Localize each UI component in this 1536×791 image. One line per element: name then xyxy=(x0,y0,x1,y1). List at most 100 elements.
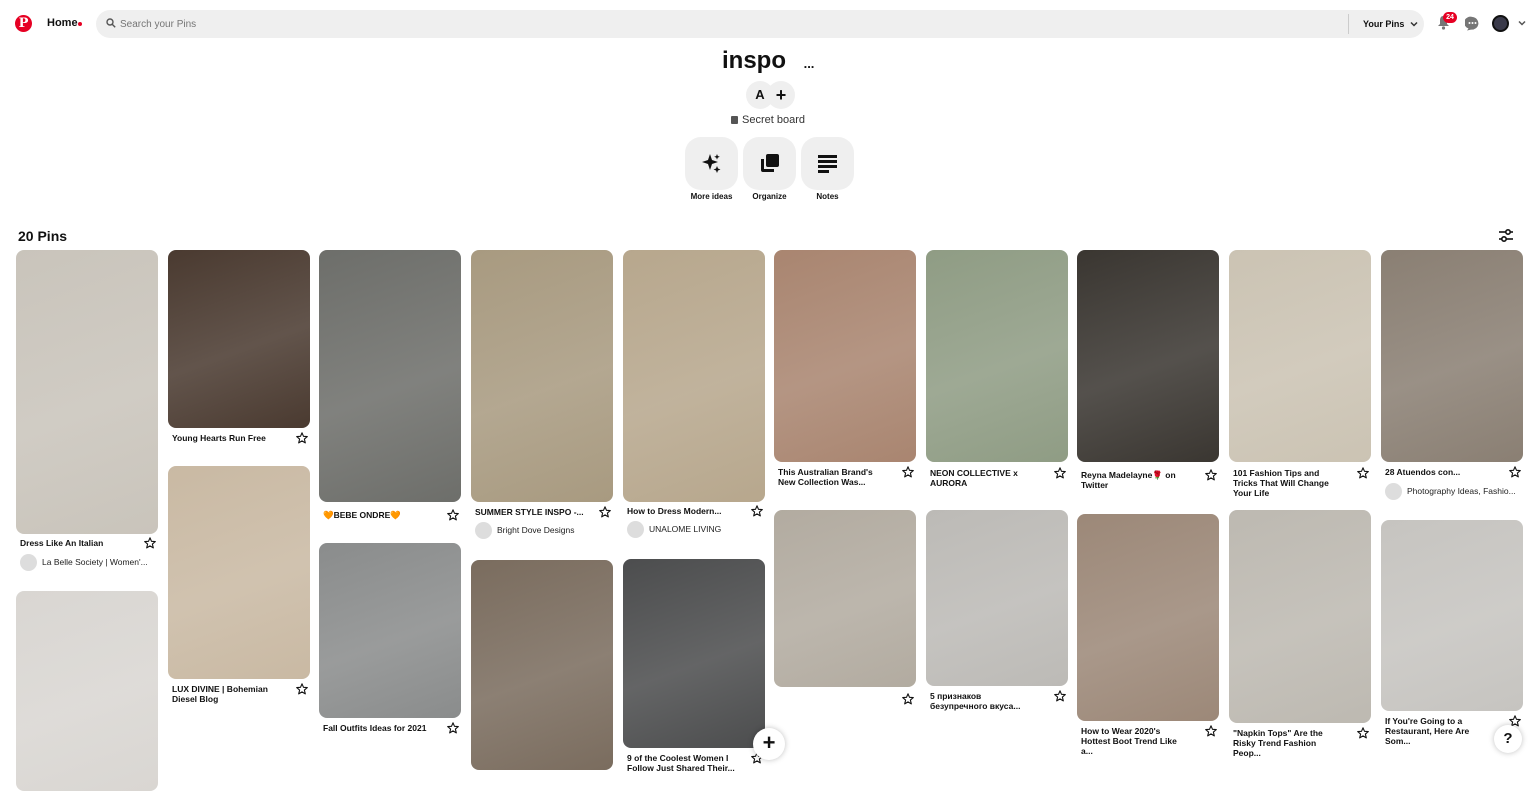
filter-sliders-icon[interactable] xyxy=(1499,229,1513,243)
pin-card[interactable]: 5 признаков безупречного вкуса... xyxy=(926,510,1068,713)
favorite-star-icon[interactable] xyxy=(902,692,914,705)
pin-card[interactable]: Fall Outfits Ideas for 2021 xyxy=(319,543,461,745)
favorite-star-icon[interactable] xyxy=(1205,468,1217,481)
pin-image[interactable] xyxy=(319,543,461,718)
pin-title[interactable]: 9 of the Coolest Women I Follow Just Sha… xyxy=(627,753,737,773)
favorite-star-icon[interactable] xyxy=(144,536,156,549)
favorite-star-icon[interactable] xyxy=(1357,466,1369,479)
pin-card[interactable]: "Napkin Tops" Are the Risky Trend Fashio… xyxy=(1229,510,1371,758)
pin-image[interactable] xyxy=(168,466,310,679)
organize-button[interactable]: Organize xyxy=(743,137,796,201)
pin-image[interactable] xyxy=(1229,250,1371,462)
pin-title[interactable]: How to Wear 2020's Hottest Boot Trend Li… xyxy=(1081,726,1191,756)
search-bar[interactable]: Your Pins xyxy=(96,10,1424,38)
pin-card[interactable]: Dress Like An Italian La Belle Society | … xyxy=(16,250,158,573)
pin-title[interactable]: How to Dress Modern... xyxy=(627,506,737,516)
pin-image[interactable] xyxy=(774,510,916,687)
pin-image[interactable] xyxy=(16,250,158,534)
pin-image[interactable] xyxy=(1381,520,1523,711)
board-more-options-icon[interactable]: ... xyxy=(799,57,819,77)
favorite-star-icon[interactable] xyxy=(447,721,459,734)
your-pins-filter[interactable]: Your Pins xyxy=(1363,19,1404,29)
pin-title[interactable]: Dress Like An Italian xyxy=(20,538,130,548)
pin-title[interactable]: LUX DIVINE | Bohemian Diesel Blog xyxy=(172,684,282,704)
chevron-down-icon[interactable] xyxy=(1410,20,1418,28)
pin-title[interactable]: 5 признаков безупречного вкуса... xyxy=(930,691,1040,711)
pin-image[interactable] xyxy=(1381,250,1523,462)
notes-tile[interactable] xyxy=(801,137,854,190)
more-ideas-button[interactable]: More ideas xyxy=(685,137,738,201)
favorite-star-icon[interactable] xyxy=(1509,714,1521,727)
pin-card[interactable]: How to Wear 2020's Hottest Boot Trend Li… xyxy=(1077,514,1219,756)
pin-card[interactable] xyxy=(774,510,916,705)
pin-image[interactable] xyxy=(16,591,158,791)
organize-tile[interactable] xyxy=(743,137,796,190)
pin-image[interactable] xyxy=(623,250,765,502)
pin-title[interactable]: If You're Going to a Restaurant, Here Ar… xyxy=(1385,716,1495,746)
more-ideas-tile[interactable] xyxy=(685,137,738,190)
add-pin-fab-button[interactable]: + xyxy=(753,728,785,760)
pin-image[interactable] xyxy=(1229,510,1371,723)
pin-card[interactable]: Reyna Madelayne🌹 on Twitter xyxy=(1077,250,1219,492)
pin-image[interactable] xyxy=(926,510,1068,686)
favorite-star-icon[interactable] xyxy=(447,508,459,521)
pin-title[interactable]: 28 Atuendos con... xyxy=(1385,467,1495,477)
pin-title[interactable]: 101 Fashion Tips and Tricks That Will Ch… xyxy=(1233,468,1343,498)
pin-title[interactable]: SUMMER STYLE INSPO -... xyxy=(475,507,585,517)
pin-title[interactable]: Fall Outfits Ideas for 2021 xyxy=(323,723,433,733)
favorite-star-icon[interactable] xyxy=(599,505,611,518)
add-collaborator-button[interactable]: + xyxy=(767,81,795,109)
user-avatar[interactable] xyxy=(1492,15,1509,32)
pin-card[interactable] xyxy=(16,591,158,791)
pin-card[interactable]: How to Dress Modern... UNALOME LIVING xyxy=(623,250,765,540)
favorite-star-icon[interactable] xyxy=(296,431,308,444)
pinterest-logo-icon[interactable]: P xyxy=(15,15,32,32)
favorite-star-icon[interactable] xyxy=(1205,724,1217,737)
pin-image[interactable] xyxy=(471,250,613,502)
home-link[interactable]: Home xyxy=(47,17,78,29)
pin-card[interactable]: 🧡BEBE ONDRE🧡 xyxy=(319,250,461,532)
pin-title[interactable]: Young Hearts Run Free xyxy=(172,433,282,443)
notification-count-badge: 24 xyxy=(1443,12,1457,23)
messages-icon[interactable] xyxy=(1465,16,1480,31)
help-button[interactable]: ? xyxy=(1494,725,1522,753)
pin-image[interactable] xyxy=(1077,514,1219,721)
notes-button[interactable]: Notes xyxy=(801,137,854,201)
pin-image[interactable] xyxy=(623,559,765,748)
account-chevron-down-icon[interactable] xyxy=(1518,19,1526,27)
pin-image[interactable] xyxy=(774,250,916,462)
pin-card[interactable]: If You're Going to a Restaurant, Here Ar… xyxy=(1381,520,1523,746)
favorite-star-icon[interactable] xyxy=(1054,466,1066,479)
pin-image[interactable] xyxy=(168,250,310,428)
pin-card[interactable]: 28 Atuendos con... Photography Ideas, Fas… xyxy=(1381,250,1523,502)
pin-image[interactable] xyxy=(1077,250,1219,462)
pin-title[interactable]: 🧡BEBE ONDRE🧡 xyxy=(323,510,433,520)
pin-card[interactable]: Young Hearts Run Free xyxy=(168,250,310,455)
pin-title[interactable]: This Australian Brand's New Collection W… xyxy=(778,467,888,487)
favorite-star-icon[interactable] xyxy=(1054,689,1066,702)
pin-title[interactable]: Reyna Madelayne🌹 on Twitter xyxy=(1081,470,1191,490)
favorite-star-icon[interactable] xyxy=(902,465,914,478)
pin-card[interactable] xyxy=(471,560,613,770)
pin-source[interactable]: UNALOME LIVING xyxy=(627,520,765,538)
favorite-star-icon[interactable] xyxy=(1357,726,1369,739)
favorite-star-icon[interactable] xyxy=(1509,465,1521,478)
pin-source[interactable]: La Belle Society | Women'... xyxy=(20,553,158,571)
pin-card[interactable]: 9 of the Coolest Women I Follow Just Sha… xyxy=(623,559,765,775)
pin-card[interactable]: LUX DIVINE | Bohemian Diesel Blog xyxy=(168,466,310,706)
pin-source[interactable]: Bright Dove Designs xyxy=(475,521,613,539)
pin-card[interactable]: This Australian Brand's New Collection W… xyxy=(774,250,916,489)
secret-board-text: Secret board xyxy=(742,114,805,126)
pin-title[interactable]: "Napkin Tops" Are the Risky Trend Fashio… xyxy=(1233,728,1343,758)
favorite-star-icon[interactable] xyxy=(751,504,763,517)
pin-card[interactable]: NEON COLLECTIVE x AURORA xyxy=(926,250,1068,490)
pin-card[interactable]: 101 Fashion Tips and Tricks That Will Ch… xyxy=(1229,250,1371,498)
pin-title[interactable]: NEON COLLECTIVE x AURORA xyxy=(930,468,1040,488)
pin-image[interactable] xyxy=(926,250,1068,462)
pin-image[interactable] xyxy=(471,560,613,770)
pin-image[interactable] xyxy=(319,250,461,502)
favorite-star-icon[interactable] xyxy=(296,682,308,695)
pin-source[interactable]: Photography Ideas, Fashio... xyxy=(1385,482,1523,500)
pin-card[interactable]: SUMMER STYLE INSPO -... Bright Dove Desig… xyxy=(471,250,613,541)
search-input[interactable] xyxy=(120,10,1340,38)
